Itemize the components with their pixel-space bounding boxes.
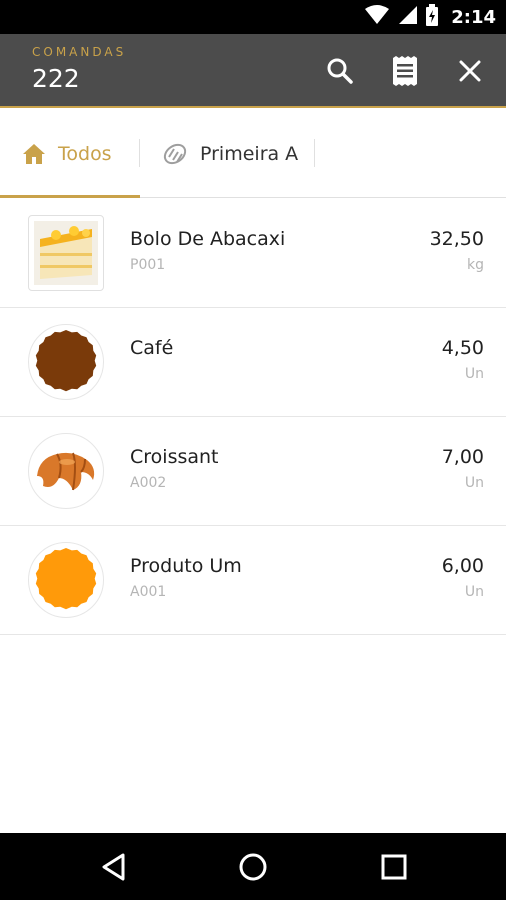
product-list: Bolo De Abacaxi P001 32,50 kg Café 4,50 … xyxy=(0,199,506,635)
product-unit: kg xyxy=(467,257,484,273)
home-circle-icon xyxy=(239,853,267,881)
product-name: Croissant xyxy=(130,446,219,468)
product-code: A002 xyxy=(130,475,167,491)
product-price: 7,00 xyxy=(441,446,484,468)
product-unit: Un xyxy=(464,366,484,382)
croissant-photo xyxy=(28,433,104,509)
product-unit: Un xyxy=(464,584,484,600)
tab-todos[interactable]: Todos xyxy=(22,110,112,198)
status-bar: 2:14 xyxy=(0,0,506,34)
receipt-icon xyxy=(393,56,417,86)
product-name: Bolo De Abacaxi xyxy=(130,228,286,250)
product-unit: Un xyxy=(464,475,484,491)
list-item[interactable]: Produto Um A001 6,00 Un xyxy=(0,526,506,635)
tab-divider xyxy=(314,139,315,167)
selected-tab-indicator xyxy=(0,195,140,198)
orange-badge-icon xyxy=(28,542,104,618)
bread-icon xyxy=(163,143,187,165)
receipt-button[interactable] xyxy=(383,49,427,93)
back-icon xyxy=(102,853,125,881)
back-button[interactable] xyxy=(88,841,140,893)
search-icon xyxy=(327,58,353,84)
app-bar: COMANDAS 222 xyxy=(0,34,506,108)
cake-slice-photo xyxy=(28,215,104,291)
page-title: 222 xyxy=(32,64,80,93)
product-code: P001 xyxy=(130,257,166,273)
tab-divider xyxy=(139,139,140,167)
product-code: A001 xyxy=(130,584,167,600)
product-price: 32,50 xyxy=(429,228,484,250)
status-time: 2:14 xyxy=(451,6,496,28)
product-price: 6,00 xyxy=(441,555,484,577)
tab-label: Todos xyxy=(58,143,112,165)
tab-primeira-a[interactable]: Primeira A xyxy=(162,110,298,198)
product-name: Produto Um xyxy=(130,555,242,577)
product-price: 4,50 xyxy=(441,337,484,359)
list-item[interactable]: Croissant A002 7,00 Un xyxy=(0,417,506,526)
category-tabs: Todos Primeira A xyxy=(0,110,506,198)
list-item[interactable]: Bolo De Abacaxi P001 32,50 kg xyxy=(0,199,506,308)
signal-icon xyxy=(397,5,418,29)
battery-charging-icon xyxy=(425,4,439,30)
product-name: Café xyxy=(130,337,174,359)
home-button[interactable] xyxy=(227,841,279,893)
search-button[interactable] xyxy=(318,49,362,93)
status-icons: 2:14 xyxy=(365,0,496,34)
close-icon xyxy=(459,60,481,82)
recents-icon xyxy=(381,854,407,880)
app-bar-caption: COMANDAS xyxy=(32,45,127,59)
tab-label: Primeira A xyxy=(200,143,299,165)
brown-badge-icon xyxy=(28,324,104,400)
list-item[interactable]: Café 4,50 Un xyxy=(0,308,506,417)
navigation-bar xyxy=(0,833,506,900)
close-button[interactable] xyxy=(448,49,492,93)
wifi-icon xyxy=(365,5,390,29)
home-icon xyxy=(23,144,45,164)
recents-button[interactable] xyxy=(368,841,420,893)
